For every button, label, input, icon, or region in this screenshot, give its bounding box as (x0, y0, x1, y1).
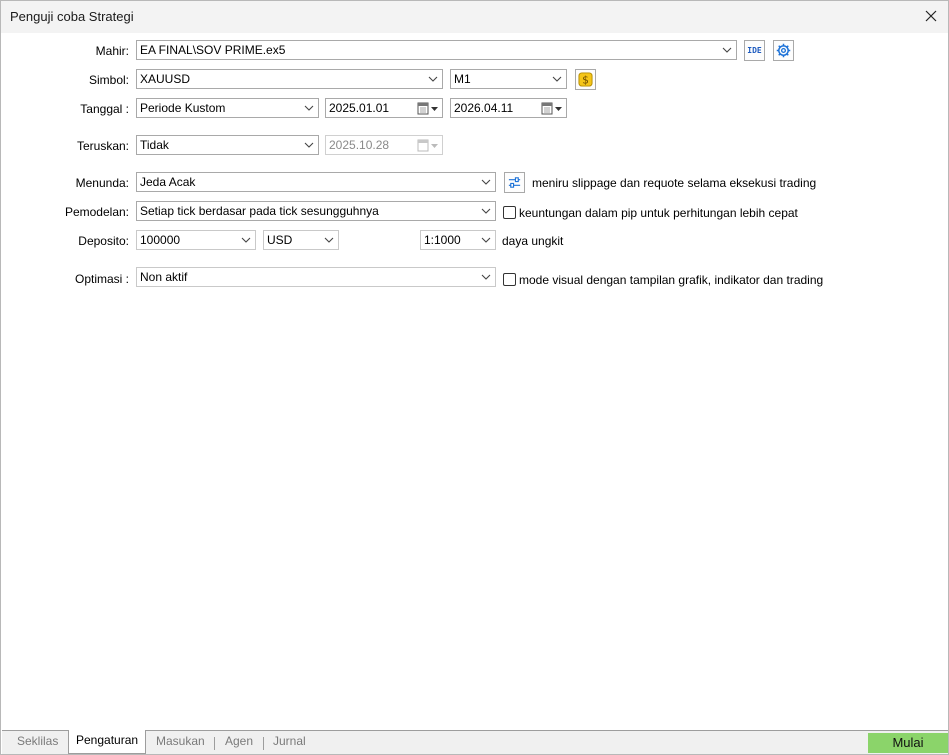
expert-value: EA FINAL\SOV PRIME.ex5 (140, 43, 286, 57)
currency-value: USD (267, 233, 293, 247)
deposit-label: Deposito: (78, 234, 129, 248)
forward-date-picker: 2025.10.28 (325, 135, 443, 155)
forward-date-value: 2025.10.28 (329, 138, 390, 152)
optimization-value: Non aktif (140, 270, 188, 284)
close-icon (925, 10, 937, 22)
pips-profit-checkbox[interactable] (503, 206, 516, 219)
timeframe-value: M1 (454, 72, 471, 86)
modeling-select[interactable]: Setiap tick berdasar pada tick sesungguh… (136, 201, 496, 221)
delay-note: meniru slippage dan requote selama eksek… (532, 176, 817, 190)
expert-label: Mahir: (95, 44, 129, 58)
date-from-picker[interactable]: 2025.01.01 (325, 98, 443, 118)
forward-value: Tidak (140, 138, 169, 152)
date-to-picker[interactable]: 2026.04.11 (450, 98, 567, 118)
ide-label: IDE (747, 46, 762, 55)
timeframe-select[interactable]: M1 (450, 69, 567, 89)
modeling-value: Setiap tick berdasar pada tick sesungguh… (140, 204, 379, 218)
delay-select[interactable]: Jeda Acak (136, 172, 496, 192)
dollar-icon: $ (578, 72, 593, 87)
date-period-value: Periode Kustom (140, 101, 226, 115)
symbol-label: Simbol: (88, 73, 129, 87)
date-from-value: 2025.01.01 (329, 101, 390, 115)
calendar-icon (417, 139, 438, 152)
chevron-down-icon (304, 105, 314, 111)
forward-select[interactable]: Tidak (136, 135, 319, 155)
symbol-properties-button[interactable]: $ (575, 69, 596, 90)
leverage-select[interactable]: 1:1000 (420, 230, 496, 250)
tab-overview[interactable]: Seklilas (10, 732, 65, 754)
start-button[interactable]: Mulai (868, 733, 948, 753)
symbol-value: XAUUSD (140, 72, 191, 86)
tab-journal[interactable]: Jurnal (266, 732, 313, 754)
bottom-tab-bar: Seklilas Pengaturan Masukan Agen Jurnal … (2, 730, 948, 754)
forward-label: Teruskan: (76, 139, 129, 153)
gear-icon (776, 43, 791, 58)
chevron-down-icon (481, 274, 491, 280)
tab-settings[interactable]: Pengaturan (68, 730, 147, 754)
chevron-down-icon (552, 76, 562, 82)
tab-inputs[interactable]: Masukan (149, 732, 212, 754)
strategy-tester-window: Penguji coba Strategi Mahir: EA FINAL\SO… (0, 0, 949, 755)
calendar-icon (417, 102, 438, 115)
chevron-down-icon (722, 47, 732, 53)
leverage-value: 1:1000 (424, 233, 461, 247)
svg-text:$: $ (582, 74, 589, 86)
visual-mode-checkbox-label[interactable]: mode visual dengan tampilan grafik, indi… (519, 273, 823, 287)
ide-button[interactable]: IDE (744, 40, 765, 61)
date-label: Tanggal : (80, 102, 129, 116)
chevron-down-icon (428, 76, 438, 82)
tab-agents[interactable]: Agen (218, 732, 260, 754)
tab-separator (263, 737, 264, 750)
chevron-down-icon (304, 142, 314, 148)
chevron-down-icon (324, 237, 334, 243)
optimization-select[interactable]: Non aktif (136, 267, 496, 287)
chevron-down-icon (481, 237, 491, 243)
symbol-select[interactable]: XAUUSD (136, 69, 443, 89)
sliders-icon (508, 177, 521, 188)
close-button[interactable] (917, 3, 945, 29)
pips-profit-checkbox-label[interactable]: keuntungan dalam pip untuk perhitungan l… (519, 206, 798, 220)
chevron-down-icon (481, 208, 491, 214)
tab-separator (214, 737, 215, 750)
expert-settings-button[interactable] (773, 40, 794, 61)
delay-label: Menunda: (75, 176, 129, 190)
window-title: Penguji coba Strategi (10, 9, 134, 24)
title-bar: Penguji coba Strategi (1, 1, 948, 33)
optimization-label: Optimasi : (74, 272, 129, 286)
deposit-amount-select[interactable]: 100000 (136, 230, 256, 250)
visual-mode-checkbox[interactable] (503, 273, 516, 286)
delay-settings-button[interactable] (504, 172, 525, 193)
chevron-down-icon (241, 237, 251, 243)
date-to-value: 2026.04.11 (454, 101, 514, 115)
currency-select[interactable]: USD (263, 230, 339, 250)
date-period-select[interactable]: Periode Kustom (136, 98, 319, 118)
expert-select[interactable]: EA FINAL\SOV PRIME.ex5 (136, 40, 737, 60)
delay-value: Jeda Acak (140, 175, 196, 189)
chevron-down-icon (481, 179, 491, 185)
modeling-label: Pemodelan: (64, 205, 129, 219)
calendar-icon (541, 102, 562, 115)
deposit-amount-value: 100000 (140, 233, 181, 247)
leverage-label: daya ungkit (502, 234, 564, 248)
